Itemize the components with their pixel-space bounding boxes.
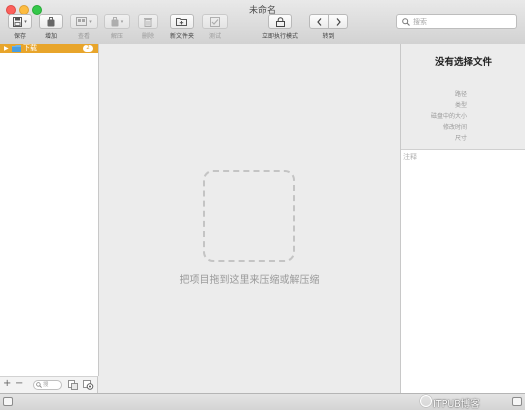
- view-button[interactable]: ▾: [70, 14, 98, 29]
- sidebar-footer: + −: [0, 376, 98, 393]
- delete-label: 删除: [141, 33, 154, 40]
- count-badge: 2: [83, 45, 93, 52]
- notes-area[interactable]: [401, 149, 525, 394]
- chevron-down-icon: ▾: [89, 18, 92, 25]
- trash-icon: [144, 17, 152, 27]
- extract-label: 解压: [110, 33, 123, 40]
- info-field-type: 类型: [454, 102, 467, 109]
- chevron-down-icon: ▾: [24, 18, 27, 25]
- save-button[interactable]: ▾: [8, 14, 32, 29]
- watermark: ITPUB博客: [433, 399, 480, 410]
- new-folder-label: 新文件夹: [169, 33, 194, 40]
- back-button[interactable]: [309, 14, 329, 29]
- run-now-label: 立即执行模式: [261, 33, 298, 40]
- quicklook-icon[interactable]: [83, 380, 94, 390]
- drop-target-box[interactable]: [203, 170, 295, 262]
- folder-icon: [12, 45, 21, 52]
- view-label: 查看: [77, 33, 90, 40]
- info-field-path: 路径: [454, 91, 467, 98]
- info-title: 没有选择文件: [434, 57, 492, 68]
- chevron-down-icon: ▾: [120, 18, 124, 25]
- add-archive-icon: [47, 16, 55, 26]
- goto-label: 转到: [322, 33, 335, 40]
- notes-textarea[interactable]: [403, 152, 521, 388]
- forward-button[interactable]: [328, 14, 348, 29]
- add-button[interactable]: [39, 14, 63, 29]
- chevron-right-icon: [336, 17, 341, 26]
- toggle-info-panel-button[interactable]: [512, 397, 522, 406]
- extract-button[interactable]: ▾: [104, 14, 130, 29]
- search-field[interactable]: [396, 14, 517, 29]
- sidebar-item-downloads[interactable]: ▶ 下载 2: [0, 44, 98, 53]
- info-field-disk-size: 磁盘中的大小: [430, 113, 467, 120]
- info-panel: 没有选择文件 路径 类型 磁盘中的大小 修改时间 尺寸: [400, 44, 525, 394]
- remove-location-button[interactable]: −: [15, 378, 23, 390]
- new-folder-button[interactable]: [170, 14, 194, 29]
- archive-window: 未命名 ▾ 保存 增加 ▾ 查看 ▾ 解压 删除 新文件夹 测试 立即执行模式 …: [0, 0, 525, 410]
- test-button[interactable]: [202, 14, 228, 29]
- lock-icon: [275, 16, 285, 27]
- search-input[interactable]: [413, 16, 513, 27]
- search-icon: [36, 382, 42, 388]
- view-icon: [76, 17, 88, 26]
- delete-button[interactable]: [138, 14, 158, 29]
- toggle-sidebar-button[interactable]: [3, 397, 13, 406]
- run-now-button[interactable]: [268, 14, 292, 29]
- watermark-logo-icon: [420, 395, 432, 407]
- new-folder-icon: [176, 18, 187, 26]
- info-field-dimensions: 尺寸: [454, 135, 467, 142]
- save-label: 保存: [13, 33, 26, 40]
- search-icon: [402, 18, 410, 26]
- add-label: 增加: [44, 33, 57, 40]
- sidebar-item-label: 下载: [23, 44, 37, 52]
- info-field-modified: 修改时间: [442, 124, 467, 131]
- drop-area[interactable]: 把项目拖到这里来压缩或解压缩: [99, 44, 400, 393]
- save-icon: [13, 16, 23, 27]
- toolbar: 未命名 ▾ 保存 增加 ▾ 查看 ▾ 解压 删除 新文件夹 测试 立即执行模式 …: [0, 0, 525, 45]
- checkbox-icon: [210, 16, 220, 27]
- extract-icon: [111, 16, 119, 26]
- sidebar: ▶ 下载 2: [0, 44, 99, 376]
- drop-hint: 把项目拖到这里来压缩或解压缩: [179, 275, 320, 286]
- sidebar-filter[interactable]: [33, 380, 62, 390]
- sidebar-filter-input[interactable]: [43, 381, 60, 389]
- chevron-left-icon: [316, 17, 321, 26]
- archive-info-icon[interactable]: [68, 380, 78, 390]
- disclosure-triangle-icon[interactable]: ▶: [4, 45, 9, 52]
- test-label: 测试: [208, 33, 221, 40]
- add-location-button[interactable]: +: [3, 378, 11, 390]
